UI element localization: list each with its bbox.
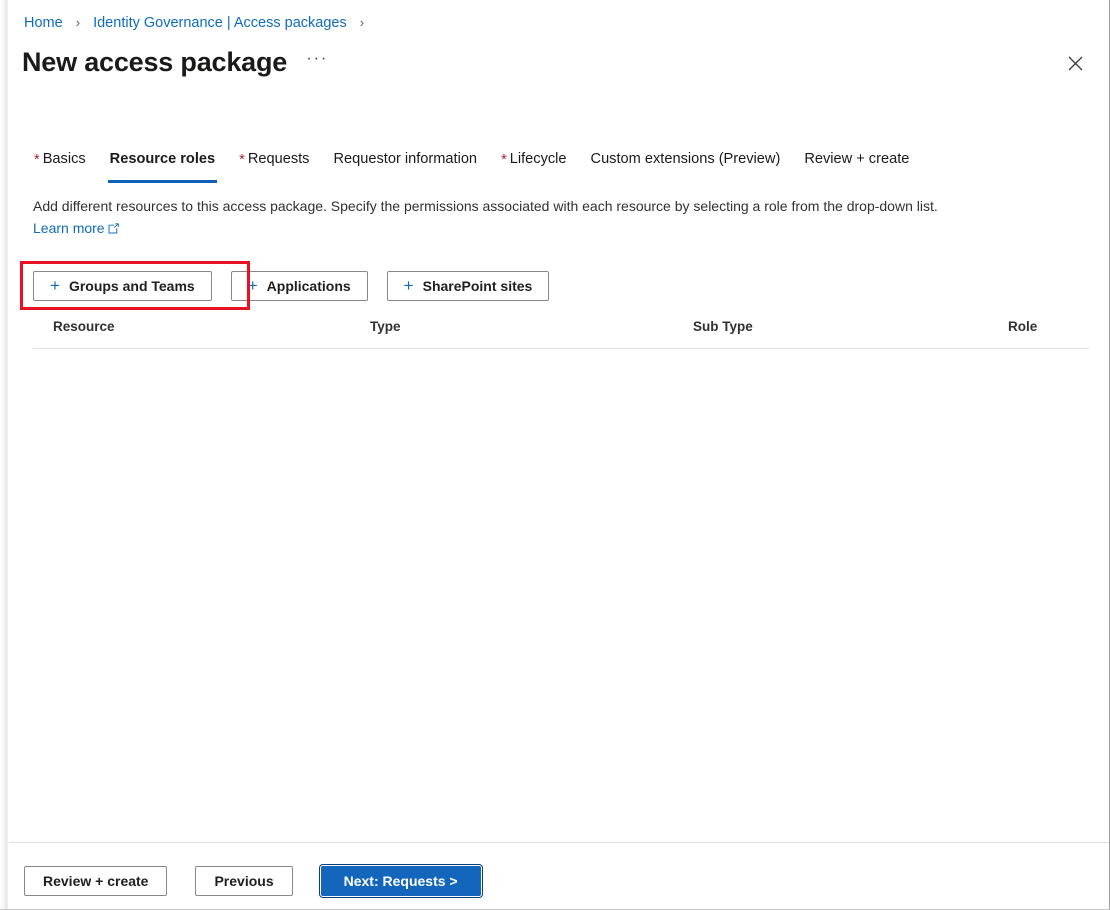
column-header-sub-type: Sub Type xyxy=(693,319,753,334)
add-button-label: SharePoint sites xyxy=(422,278,533,294)
table-body-empty xyxy=(33,349,1089,819)
required-asterisk: * xyxy=(501,151,507,168)
plus-icon: + xyxy=(403,275,414,295)
resources-table: Resource Type Sub Type Role xyxy=(33,316,1089,819)
plus-icon: + xyxy=(50,275,60,295)
add-button-label: Groups and Teams xyxy=(68,278,195,294)
learn-more-link[interactable]: Learn more xyxy=(33,220,119,236)
description-text: Add different resources to this access p… xyxy=(33,195,963,240)
column-header-resource: Resource xyxy=(53,319,115,334)
add-resource-buttons: + Groups and Teams + Applications + Shar… xyxy=(33,271,550,301)
table-header-row: Resource Type Sub Type Role xyxy=(33,316,1089,349)
wizard-footer: Review + create Previous Next: Requests … xyxy=(24,866,481,896)
azure-portal-blade: Home › Identity Governance | Access pack… xyxy=(0,0,1110,910)
tab-custom-extensions[interactable]: Custom extensions (Preview) xyxy=(579,144,793,174)
column-header-type: Type xyxy=(370,319,401,334)
tab-label: Requests xyxy=(247,151,310,167)
close-icon xyxy=(1068,56,1082,70)
review-create-button[interactable]: Review + create xyxy=(24,866,168,896)
footer-divider xyxy=(9,842,1109,843)
blade-left-edge xyxy=(8,0,9,909)
tab-label: Lifecycle xyxy=(509,151,567,167)
tab-requests[interactable]: * Requests xyxy=(227,144,321,174)
tab-requestor-information[interactable]: Requestor information xyxy=(321,144,489,174)
more-options-button[interactable]: ··· xyxy=(304,49,330,75)
tab-lifecycle[interactable]: * Lifecycle xyxy=(489,144,578,174)
tab-resource-roles[interactable]: Resource roles xyxy=(98,144,227,183)
learn-more-label: Learn more xyxy=(33,220,105,236)
wizard-tabs: * Basics Resource roles * Requests Request… xyxy=(22,144,921,184)
required-asterisk: * xyxy=(34,151,40,168)
close-button[interactable] xyxy=(1061,49,1089,77)
add-groups-and-teams-button[interactable]: + Groups and Teams xyxy=(33,271,212,301)
breadcrumb-separator-trailing-icon: › xyxy=(359,15,365,30)
breadcrumb: Home › Identity Governance | Access pack… xyxy=(24,13,373,33)
next-requests-button[interactable]: Next: Requests > xyxy=(320,866,481,896)
previous-button[interactable]: Previous xyxy=(195,866,293,896)
tab-label: Custom extensions (Preview) xyxy=(590,151,781,167)
column-header-role: Role xyxy=(1008,319,1038,334)
breadcrumb-item-identity-governance[interactable]: Identity Governance | Access packages xyxy=(93,15,347,31)
add-applications-button[interactable]: + Applications xyxy=(230,271,368,301)
plus-icon: + xyxy=(247,275,258,295)
title-row: New access package ··· xyxy=(22,44,330,80)
add-button-label: Applications xyxy=(266,278,351,294)
tab-basics[interactable]: * Basics xyxy=(22,144,98,174)
page-title: New access package xyxy=(22,47,288,77)
required-asterisk: * xyxy=(239,151,245,168)
tab-label: Basics xyxy=(42,151,86,167)
breadcrumb-separator-icon: › xyxy=(75,15,81,30)
add-sharepoint-sites-button[interactable]: + SharePoint sites xyxy=(386,271,550,301)
breadcrumb-item-home[interactable]: Home xyxy=(24,15,63,31)
tab-label: Requestor information xyxy=(333,151,478,167)
description-body: Add different resources to this access p… xyxy=(33,198,938,214)
tab-label: Review + create xyxy=(804,151,910,167)
tab-review-create[interactable]: Review + create xyxy=(792,144,921,174)
external-link-icon xyxy=(108,218,119,240)
tab-label: Resource roles xyxy=(109,151,216,167)
